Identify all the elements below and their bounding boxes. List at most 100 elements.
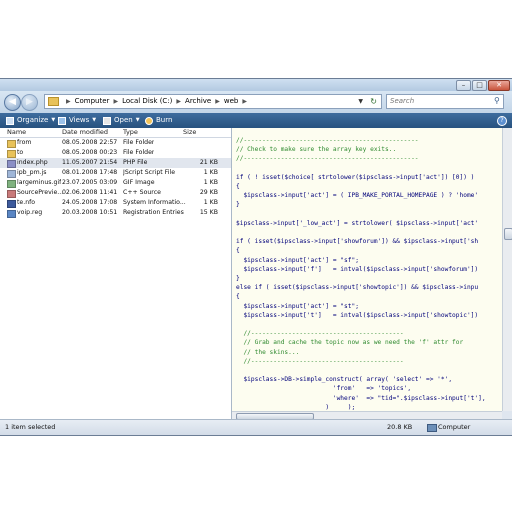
- refresh-icon[interactable]: ↻: [370, 94, 377, 109]
- file-date: 20.03.2008 10:51: [62, 209, 118, 216]
- forward-button[interactable]: ▶: [21, 94, 38, 111]
- command-bar: Organize ▼ Views ▼ Open ▼ Burn ?: [0, 113, 512, 128]
- file-type: System Informatio...: [123, 199, 186, 206]
- file-row[interactable]: to 08.05.2008 00:23 File Folder: [0, 148, 231, 158]
- code-line: // Check to make sure the array key exit…: [236, 146, 397, 154]
- column-name[interactable]: Name: [7, 128, 26, 137]
- file-name: ipb_pm.js: [17, 169, 47, 176]
- code-line: $ipsclass->input['act'] = "sf";: [236, 256, 359, 264]
- maximize-button[interactable]: □: [472, 80, 487, 91]
- column-size[interactable]: Size: [183, 128, 196, 137]
- file-row[interactable]: index.php 11.05.2007 21:54 PHP File 21 KB: [0, 158, 231, 168]
- status-bar: 1 item selected 20.8 KB Computer: [0, 419, 512, 435]
- file-row[interactable]: from 08.05.2008 22:57 File Folder: [0, 138, 231, 148]
- search-input[interactable]: Search: [386, 94, 504, 109]
- vertical-scroll-thumb[interactable]: [504, 228, 512, 240]
- code-line: $ipsclass->DB->simple_construct( array( …: [236, 376, 453, 384]
- column-date-modified[interactable]: Date modified: [62, 128, 108, 137]
- breadcrumb-local-disk[interactable]: Local Disk (C:): [122, 94, 172, 109]
- burn-button[interactable]: Burn: [145, 113, 172, 128]
- registry-file-icon: [7, 210, 16, 218]
- breadcrumb-computer[interactable]: Computer: [75, 94, 110, 109]
- code-line: //--------------------------------------…: [236, 137, 419, 144]
- file-type: C++ Source: [123, 189, 161, 196]
- close-button[interactable]: ✕: [488, 80, 510, 91]
- file-row[interactable]: ipb_pm.js 08.01.2008 17:48 JScript Script …: [0, 168, 231, 178]
- code-line: {: [236, 247, 240, 255]
- selection-count: 1 item selected: [5, 423, 56, 431]
- burn-label: Burn: [156, 116, 173, 124]
- code-line: if ( ! isset($choice[ strtolower($ipscla…: [236, 173, 475, 181]
- file-name: voip.reg: [17, 209, 43, 216]
- back-button[interactable]: ◀: [4, 94, 21, 111]
- file-size: 1 KB: [203, 169, 218, 176]
- minimize-button[interactable]: –: [456, 80, 471, 91]
- file-name: from: [17, 139, 32, 146]
- column-type[interactable]: Type: [123, 128, 138, 137]
- file-size: 1 KB: [203, 179, 218, 186]
- code-line: $ipsclass->input['act'] = ( IPB_MAKE_POR…: [236, 192, 479, 200]
- file-size: 1 KB: [203, 199, 218, 206]
- preview-pane[interactable]: //--------------------------------------…: [232, 128, 502, 411]
- code-line: // the skins...: [236, 348, 300, 356]
- breadcrumb-web[interactable]: web: [224, 94, 238, 109]
- cpp-file-icon: [7, 190, 16, 198]
- address-row: ◀ ▶ ▶ Computer ▶ Local Disk (C:) ▶ Archi…: [0, 91, 512, 113]
- code-line: $ipsclass->input['_low_act'] = strtolowe…: [236, 219, 479, 227]
- file-name: te.nfo: [17, 199, 36, 206]
- organize-button[interactable]: Organize ▼: [6, 113, 55, 128]
- folder-icon: [7, 140, 16, 148]
- file-size: 29 KB: [199, 189, 218, 196]
- breadcrumb-archive[interactable]: Archive: [185, 94, 211, 109]
- file-date: 08.05.2008 22:57: [62, 139, 118, 146]
- organize-label: Organize: [17, 116, 49, 124]
- folder-icon: [48, 97, 59, 106]
- file-type: File Folder: [123, 139, 155, 146]
- breadcrumb-separator: ▶: [113, 98, 119, 105]
- file-type: Registration Entries: [123, 209, 184, 216]
- breadcrumb-separator: ▶: [242, 98, 247, 105]
- address-dropdown-icon[interactable]: ▼: [358, 94, 363, 109]
- code-line: //--------------------------------------…: [236, 357, 404, 365]
- file-name: SourcePrevie...: [17, 189, 64, 196]
- image-file-icon: [7, 180, 16, 188]
- preview-vertical-scrollbar[interactable]: [502, 128, 512, 411]
- file-size: 15 KB: [199, 209, 218, 216]
- code-line: // Grab and cache the topic now as we ne…: [236, 339, 464, 347]
- address-bar[interactable]: ▶ Computer ▶ Local Disk (C:) ▶ Archive ▶…: [44, 94, 382, 109]
- chevron-down-icon: ▼: [92, 117, 97, 123]
- computer-icon: [427, 424, 437, 432]
- back-arrow-icon: ◀: [9, 97, 16, 107]
- file-name: largeminus.gif: [17, 179, 62, 186]
- file-date: 08.05.2008 00:23: [62, 149, 118, 156]
- views-button[interactable]: Views ▼: [58, 113, 96, 128]
- code-line: ) );: [236, 403, 356, 411]
- file-size: 21 KB: [199, 159, 218, 166]
- info-file-icon: [7, 200, 16, 208]
- window-controls: – □ ✕: [456, 80, 510, 91]
- search-icon[interactable]: ⚲: [494, 96, 500, 105]
- file-row[interactable]: voip.reg 20.03.2008 10:51 Registration Ent…: [0, 208, 231, 218]
- title-bar[interactable]: – □ ✕: [0, 79, 512, 91]
- organize-icon: [6, 116, 14, 125]
- file-row[interactable]: largeminus.gif 23.07.2005 03:09 GIF Image 1…: [0, 178, 231, 188]
- breadcrumb-separator: ▶: [176, 98, 182, 105]
- folder-icon: [7, 150, 16, 158]
- file-row[interactable]: te.nfo 24.05.2008 17:08 System Informatio.…: [0, 198, 231, 208]
- breadcrumb-separator: ▶: [215, 98, 220, 105]
- file-type: GIF Image: [123, 179, 155, 186]
- file-date: 24.05.2008 17:08: [62, 199, 118, 206]
- php-file-icon: [7, 160, 16, 168]
- file-type: JScript Script File: [123, 169, 176, 176]
- code-line: 'where' => "tid=".$ipsclass->input['t'],: [236, 394, 486, 402]
- help-icon: ?: [497, 115, 507, 126]
- script-file-icon: [7, 170, 16, 178]
- help-button[interactable]: ?: [497, 113, 507, 128]
- explorer-window: – □ ✕ ◀ ▶ ▶ Computer ▶ Local Disk (C:) ▶…: [0, 78, 512, 436]
- views-icon: [58, 116, 66, 125]
- open-label: Open: [114, 116, 133, 124]
- views-label: Views: [69, 116, 90, 124]
- open-button[interactable]: Open ▼: [103, 113, 140, 128]
- breadcrumb-separator: ▶: [66, 98, 71, 105]
- file-row[interactable]: SourcePrevie... 02.06.2008 11:41 C++ Sourc…: [0, 188, 231, 198]
